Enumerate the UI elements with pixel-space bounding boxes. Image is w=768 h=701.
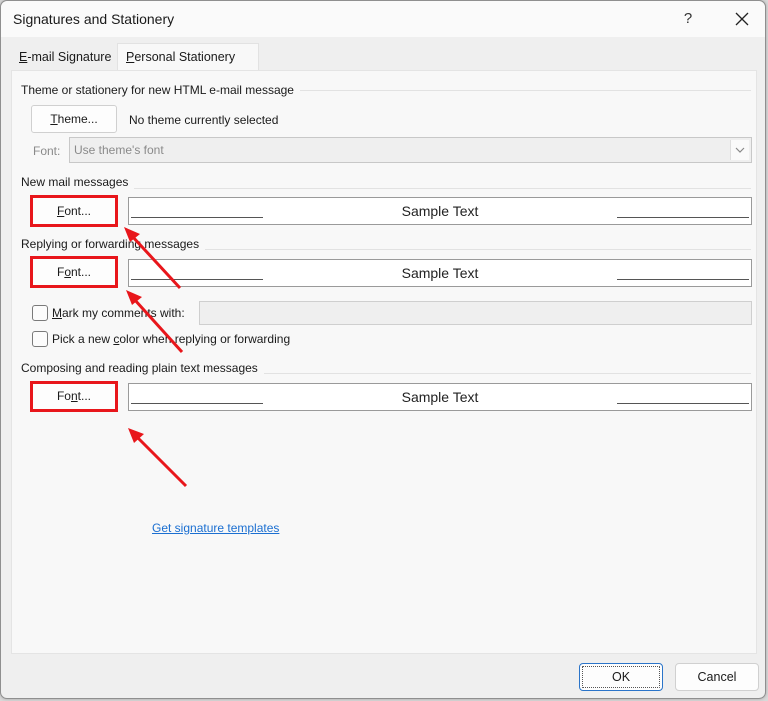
tab-email-signature[interactable]: E-mail Signature — [11, 44, 131, 70]
accesskey: o — [64, 265, 71, 279]
new-mail-font-button[interactable]: Font... — [30, 195, 118, 227]
pick-color-label[interactable]: Pick a new color when replying or forwar… — [52, 332, 290, 346]
font-button-label: ont... — [64, 204, 92, 218]
plain-text-sample: Sample Text — [128, 383, 752, 411]
font-label: Font: — [33, 144, 61, 158]
font-button-pre: Fo — [56, 389, 71, 403]
plain-text-label: Composing and reading plain text message… — [21, 361, 264, 375]
plain-text-font-button[interactable]: Font... — [30, 381, 118, 412]
mark-comments-checkbox[interactable] — [32, 305, 48, 321]
help-button[interactable]: ? — [675, 7, 701, 31]
font-button-label: nt... — [71, 265, 92, 279]
mark-comments-label[interactable]: Mark my comments with: — [52, 306, 185, 320]
close-icon — [735, 12, 749, 26]
theme-status: No theme currently selected — [129, 113, 279, 127]
accesskey: n — [70, 389, 78, 403]
reply-font-button[interactable]: Font... — [30, 256, 118, 288]
close-button[interactable] — [729, 7, 755, 31]
sample-underline — [617, 217, 749, 218]
ok-button[interactable]: OK — [579, 663, 663, 691]
tab-label: ersonal Stationery — [134, 50, 236, 64]
theme-font-value: Use theme's font — [74, 143, 164, 157]
personal-stationery-panel: Theme or stationery for new HTML e-mail … — [11, 70, 757, 654]
label-text: ark my comments with: — [62, 306, 185, 320]
font-button-label: t... — [77, 389, 92, 403]
reply-forward-label: Replying or forwarding messages — [21, 237, 206, 251]
mark-comments-input[interactable] — [199, 301, 752, 325]
sample-underline — [617, 279, 749, 280]
accesskey: T — [50, 112, 58, 126]
title-bar: Signatures and Stationery ? — [1, 1, 765, 37]
label-pre: Pick a new — [52, 332, 114, 346]
sample-underline — [617, 403, 749, 404]
pick-color-checkbox[interactable] — [32, 331, 48, 347]
theme-button-label: heme... — [57, 112, 98, 126]
dialog-title: Signatures and Stationery — [13, 11, 175, 27]
cancel-button[interactable]: Cancel — [675, 663, 759, 691]
new-mail-sample: Sample Text — [128, 197, 752, 225]
chevron-down-icon[interactable] — [730, 140, 749, 160]
label-text: olor when replying or forwarding — [119, 332, 291, 346]
signatures-dialog: Signatures and Stationery ? E-mail Signa… — [0, 0, 766, 699]
get-signature-templates-link[interactable]: Get signature templates — [152, 521, 279, 535]
tab-personal-stationery[interactable]: Personal Stationery — [117, 43, 259, 72]
theme-button[interactable]: Theme... — [31, 105, 117, 133]
theme-font-select[interactable]: Use theme's font — [69, 137, 752, 163]
accesskey: M — [52, 306, 62, 320]
theme-group-label: Theme or stationery for new HTML e-mail … — [21, 83, 300, 97]
tab-label: -mail Signature — [27, 50, 112, 64]
new-mail-label: New mail messages — [21, 175, 135, 189]
reply-sample: Sample Text — [128, 259, 752, 287]
